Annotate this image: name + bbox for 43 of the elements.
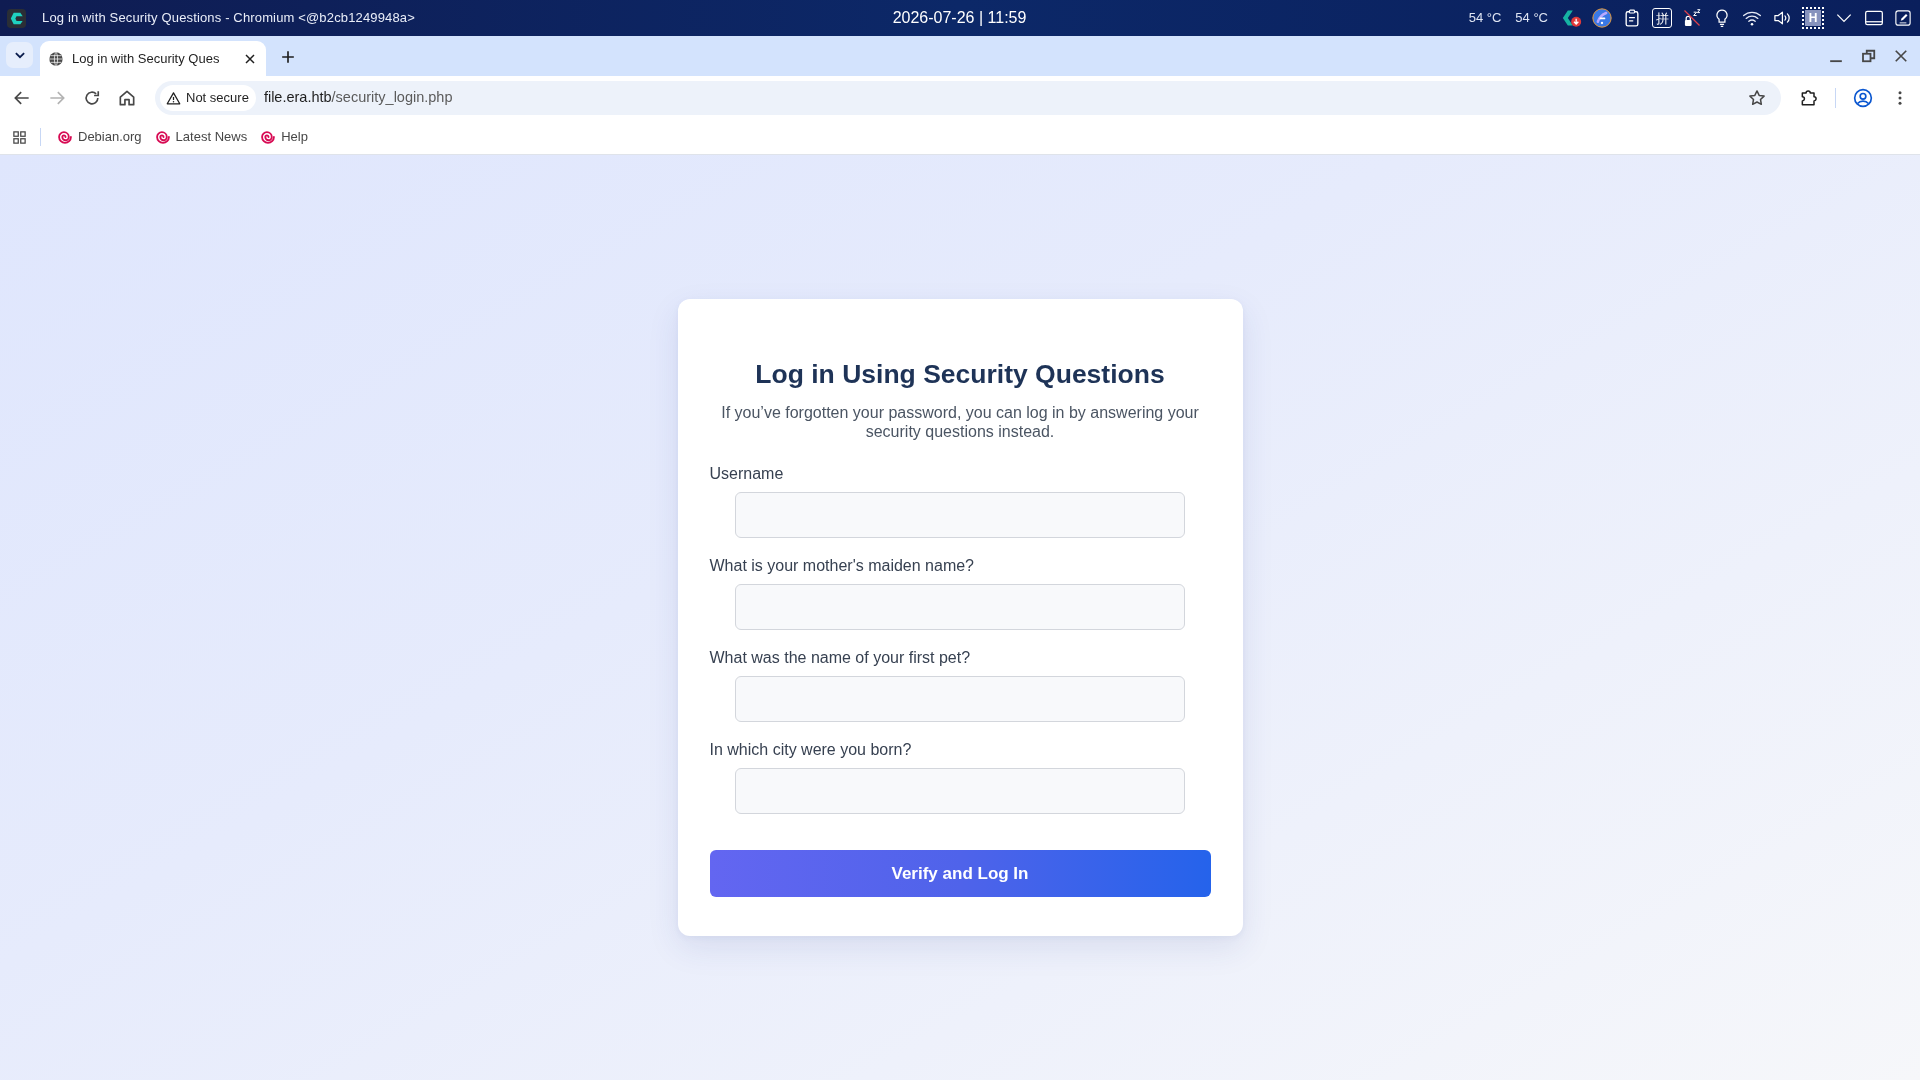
page-title: Log in Using Security Questions <box>754 358 1166 391</box>
close-icon[interactable] <box>1892 47 1910 65</box>
swirl-icon <box>155 130 170 144</box>
bookmark-link[interactable]: Debian.org <box>51 124 149 150</box>
temperature-text: 54 °C <box>1468 9 1502 28</box>
security-chip[interactable]: Not secure <box>160 85 256 111</box>
star-icon[interactable] <box>1747 88 1767 108</box>
lock-sleep-icon[interactable] <box>1682 8 1702 28</box>
warning-icon <box>166 90 181 106</box>
window-icon[interactable] <box>1864 8 1884 28</box>
input-field[interactable] <box>735 676 1185 722</box>
field-label: In which city were you born? <box>709 740 913 760</box>
home-icon[interactable] <box>117 88 137 108</box>
field-label: What was the name of your first pet? <box>709 648 972 668</box>
swirl-icon <box>58 130 72 144</box>
address-field[interactable]: Not secure file.era.htb/security_login.php <box>155 81 1781 115</box>
circle-logo-icon[interactable] <box>1592 8 1612 28</box>
url-text: file.era.htb/security_login.php <box>263 88 453 108</box>
input-field[interactable] <box>735 492 1185 538</box>
field-label: Username <box>709 464 785 484</box>
browser-tab[interactable]: Log in with Security Ques <box>40 41 266 76</box>
input-method-indicator[interactable]: 拼 <box>1652 8 1672 28</box>
globe-icon <box>48 50 64 67</box>
download-badge-icon[interactable] <box>1562 8 1582 28</box>
tab-list-button[interactable] <box>6 42 33 68</box>
window-title: Log in with Security Questions - Chromium <@b2cb1249948a> <box>42 9 415 28</box>
reload-icon[interactable] <box>82 88 102 108</box>
input-field[interactable] <box>735 768 1185 814</box>
bookmark-link[interactable]: Latest News <box>148 124 255 150</box>
launcher-icon[interactable] <box>7 8 26 28</box>
input-field[interactable] <box>735 584 1185 630</box>
restore-icon[interactable] <box>1860 47 1878 65</box>
field-label: What is your mother's maiden name? <box>709 556 975 576</box>
verify-button[interactable]: Verify and Log In <box>709 850 1211 897</box>
swirl-icon <box>261 130 276 144</box>
bookmark-link[interactable]: Help <box>254 124 315 150</box>
clock-text: 2026-07-26 | 11:59 <box>892 9 1027 26</box>
note-edit-icon[interactable] <box>1894 9 1912 27</box>
apps-grid-icon[interactable] <box>12 129 27 145</box>
page-subtitle: If you’ve forgotten your password, you can log in by answering your security questions instead. <box>720 403 1200 441</box>
temperature-text: 54 °C <box>1515 9 1548 28</box>
profile-icon[interactable] <box>1853 88 1873 108</box>
puzzle-icon[interactable] <box>1799 88 1819 108</box>
